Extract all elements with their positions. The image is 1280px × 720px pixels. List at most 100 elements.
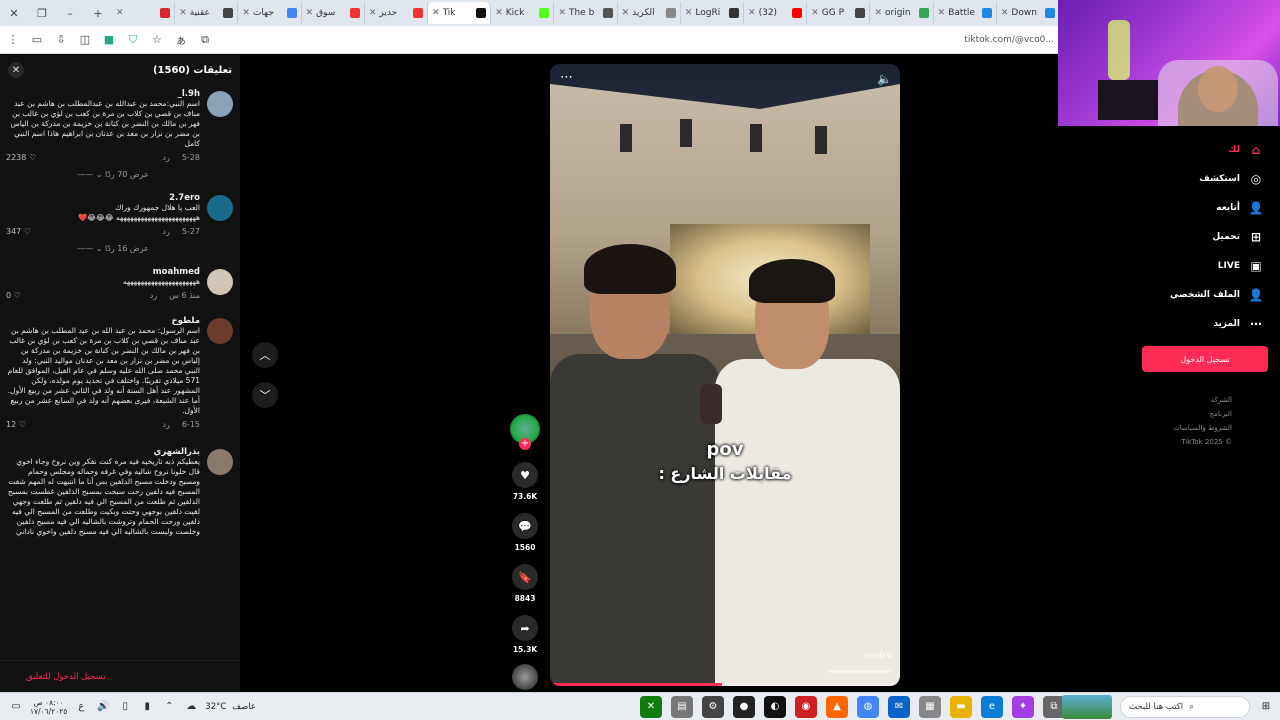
translate-icon[interactable]: ぁ xyxy=(174,33,188,47)
comment-like-button[interactable]: 12 ♡ xyxy=(6,420,26,429)
reply-link[interactable]: رد xyxy=(162,227,169,236)
sidebar-item-more[interactable]: ⋯ المزيد xyxy=(1100,309,1270,338)
chrome-icon[interactable]: ◍ xyxy=(857,695,879,718)
edge-icon[interactable]: e xyxy=(981,695,1003,718)
sidebar-item-live[interactable]: ▣ LIVE xyxy=(1100,251,1270,280)
browser-tab[interactable]: ✕ GG P xyxy=(807,2,871,24)
close-tab-icon[interactable]: ✕ xyxy=(242,8,250,18)
browser-tab[interactable]: ✕ Kick xyxy=(491,2,555,24)
close-tab-icon[interactable]: ✕ xyxy=(622,8,630,18)
browser-tab[interactable]: ✕ Battle xyxy=(934,2,997,24)
brave-icon[interactable]: ▲ xyxy=(826,695,848,718)
minimize-window-icon[interactable]: – xyxy=(56,0,84,26)
restore-window-icon[interactable]: ❐ xyxy=(28,0,56,26)
extension-icon[interactable]: ▭ xyxy=(30,33,44,47)
previous-video-button[interactable]: ︿ xyxy=(252,342,278,368)
green-extension-icon[interactable]: ■ xyxy=(102,33,116,47)
sidebar-item-for-you[interactable]: ⌂ لك xyxy=(1100,135,1270,164)
close-tab-icon[interactable]: ✕ xyxy=(748,8,756,18)
share-button[interactable]: ➦ xyxy=(512,615,538,641)
speaker-icon[interactable]: 🔊 xyxy=(95,699,111,715)
footer-link-terms[interactable]: الشروط والسياسات xyxy=(1110,424,1232,432)
avatar[interactable] xyxy=(207,449,233,475)
copilot-icon[interactable]: ✦ xyxy=(1012,695,1034,718)
xbox-icon[interactable]: ✕ xyxy=(640,695,662,718)
bookmark-star-icon[interactable]: ☆ xyxy=(150,33,164,47)
browser-tab[interactable]: ✕ LogRi xyxy=(681,2,745,24)
comment-button[interactable]: 💬 xyxy=(512,513,538,539)
close-tab-icon[interactable]: ✕ xyxy=(369,8,377,18)
calculator-icon[interactable]: ▦ xyxy=(919,695,941,718)
shield-icon[interactable]: ⛉ xyxy=(126,33,140,47)
footer-link-program[interactable]: البرنامج xyxy=(1110,410,1232,418)
reply-link[interactable]: رد xyxy=(162,420,169,429)
close-tab-icon[interactable]: ✕ xyxy=(874,8,882,18)
avatar[interactable] xyxy=(207,91,233,117)
browser-tab[interactable]: ✕ origin xyxy=(870,2,934,24)
avatar[interactable] xyxy=(207,195,233,221)
browser-tab[interactable]: ✕ عقنية xyxy=(175,2,239,24)
files-icon[interactable]: ▤ xyxy=(671,695,693,718)
folder-icon[interactable]: ▬ xyxy=(950,695,972,718)
video-player[interactable]: pov مقابلات الشارع : ⋯ 🔈 vco0.0 هههههههه… xyxy=(550,64,900,686)
close-window-icon[interactable]: ✕ xyxy=(0,0,28,26)
close-tab-icon[interactable]: ✕ xyxy=(432,8,440,18)
close-tab-icon[interactable]: ✕ xyxy=(811,8,819,18)
creator-avatar[interactable]: + xyxy=(510,414,540,450)
like-button[interactable]: ♥ xyxy=(512,462,538,488)
settings-icon[interactable]: ⚙ xyxy=(702,695,724,718)
widget-tree-image[interactable] xyxy=(1062,694,1112,719)
comment-username[interactable]: 2.7ero xyxy=(6,193,200,203)
close-tab-icon[interactable]: ✕ xyxy=(938,8,946,18)
sidebar-item-following[interactable]: 👤 أتابعه xyxy=(1100,193,1270,222)
browser-tab[interactable]: ✕ (32) xyxy=(744,2,808,24)
login-button[interactable]: تسجيل الدخول xyxy=(1142,346,1268,372)
taskbar-search[interactable]: ⌕ اكتب هنا للبحث xyxy=(1120,695,1250,718)
start-windows-icon[interactable]: ⊞ xyxy=(1258,699,1274,715)
browser-tab[interactable]: ✕ Tik xyxy=(428,2,492,24)
browser-tab[interactable]: ✕ جهات xyxy=(238,2,302,24)
screenshot-icon[interactable]: ⧉ xyxy=(198,33,212,47)
clock[interactable]: ٠٨:٠٠ ص ١٧/٠٦/٢٠٢٥ xyxy=(30,698,67,716)
url-text[interactable]: tiktok.com/@vco0... xyxy=(964,35,1054,45)
comment-like-button[interactable]: 0 ♡ xyxy=(6,291,21,300)
menu-icon[interactable]: ⋮ xyxy=(6,33,20,47)
close-tab-icon[interactable]: ✕ xyxy=(179,8,187,18)
recorder-icon[interactable]: ◉ xyxy=(795,695,817,718)
browser-tab[interactable]: ✕ xyxy=(112,2,176,24)
battery-icon[interactable]: ▮ xyxy=(139,699,155,715)
footer-link-company[interactable]: الشركة xyxy=(1110,396,1232,404)
close-tab-icon[interactable]: ✕ xyxy=(495,8,503,18)
github-icon[interactable]: ◐ xyxy=(764,695,786,718)
comment-username[interactable]: l.9h_ xyxy=(6,89,200,99)
browser-tab[interactable]: ✕ The b xyxy=(554,2,618,24)
close-comments-icon[interactable]: ✕ xyxy=(8,62,24,78)
comment-username[interactable]: بدرالشهري xyxy=(6,447,200,457)
avatar[interactable] xyxy=(207,318,233,344)
close-tab-icon[interactable]: ✕ xyxy=(685,8,693,18)
sound-disc-icon[interactable] xyxy=(512,664,538,690)
download-icon[interactable]: ⇩ xyxy=(54,33,68,47)
comment-username[interactable]: ملطوخ xyxy=(6,316,200,326)
close-tab-icon[interactable]: ✕ xyxy=(116,8,124,18)
sidebar-item-explore[interactable]: ◎ استكشف xyxy=(1100,164,1270,193)
language-icon[interactable]: ع xyxy=(73,699,89,715)
comment-like-button[interactable]: 347 ♡ xyxy=(6,227,31,236)
follow-plus-icon[interactable]: + xyxy=(519,438,531,450)
browser-tab[interactable]: ✕ حدير xyxy=(365,2,429,24)
chevron-up-tray-icon[interactable]: ⌃ xyxy=(161,699,177,715)
reply-link[interactable]: رد xyxy=(162,153,169,162)
reply-link[interactable]: رد xyxy=(150,291,157,300)
video-progress-bar[interactable] xyxy=(550,683,900,686)
network-icon[interactable]: ▯ xyxy=(117,699,133,715)
comment-username[interactable]: moahmed xyxy=(6,267,200,277)
notification-icon[interactable]: ▭ xyxy=(8,699,24,715)
view-replies-button[interactable]: عرض 70 ردًا ⌄ —— xyxy=(6,170,200,179)
save-button[interactable]: 🔖 xyxy=(512,564,538,590)
close-tab-icon[interactable]: ✕ xyxy=(1001,8,1009,18)
new-tab-icon[interactable]: + xyxy=(84,0,112,26)
browser-tab[interactable]: ✕ Down xyxy=(997,2,1060,24)
sidebar-item-profile[interactable]: 👤 الملف الشخصي xyxy=(1100,280,1270,309)
browser-tab[interactable]: ✕ الكريد xyxy=(618,2,681,24)
volume-icon[interactable]: 🔈 xyxy=(877,72,892,86)
